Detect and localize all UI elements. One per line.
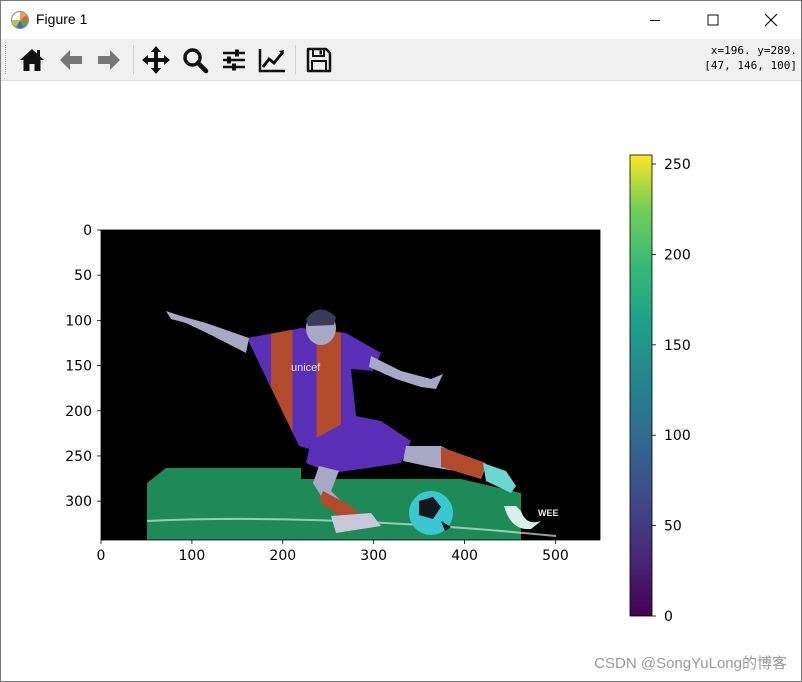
x-tick-label: 300: [360, 548, 387, 564]
y-tick-label: 200: [65, 404, 92, 420]
colorbar-gradient: [629, 154, 653, 617]
maximize-button[interactable]: [684, 1, 742, 39]
arrow-right-icon: [98, 50, 120, 70]
x-tick-label: 400: [451, 548, 478, 564]
line-chart-icon: [258, 49, 285, 73]
save-button[interactable]: [302, 43, 336, 77]
cursor-coordinates-readout: x=196. y=289. [47, 146, 100]: [704, 43, 797, 73]
home-button[interactable]: [15, 43, 49, 77]
y-tick-label: 100: [65, 313, 92, 329]
colorbar-tick-label: 150: [664, 338, 691, 354]
move-icon: [142, 46, 170, 74]
pan-button[interactable]: [139, 43, 173, 77]
coords-position: x=196. y=289.: [710, 44, 797, 57]
jersey-sponsor-text: unicef: [291, 362, 321, 374]
colorbar-ticks: 0 50 100 150 200 250: [652, 157, 691, 625]
toolbar-grip[interactable]: [5, 45, 9, 74]
edit-axis-button[interactable]: [255, 43, 289, 77]
magnifier-icon: [183, 48, 209, 74]
maximize-icon: [707, 14, 719, 26]
back-button[interactable]: [54, 43, 88, 77]
y-tick-label: 0: [83, 223, 92, 239]
subplots-button[interactable]: [217, 43, 251, 77]
broadcast-logo-text: WEE: [538, 508, 559, 518]
colorbar-tick-label: 200: [664, 247, 691, 263]
colorbar-tick-label: 0: [664, 609, 673, 625]
y-axis-ticks: 0 50 100 150 200 250 300: [65, 223, 101, 510]
sliders-icon: [223, 49, 245, 71]
x-tick-label: 0: [97, 548, 106, 564]
minimize-button[interactable]: [626, 1, 684, 39]
x-tick-label: 100: [179, 548, 206, 564]
y-tick-label: 150: [65, 359, 92, 375]
arrow-left-icon: [60, 50, 82, 70]
forward-button[interactable]: [92, 43, 126, 77]
image-axes[interactable]: unicef WEE 0 100 200 300 400 500 0 50 100 150 200…: [65, 223, 601, 564]
floppy-disk-icon: [306, 47, 332, 73]
figure-window: Figure 1 x=196. y=289. [47, 146, 100] un…: [0, 0, 802, 682]
coords-pixel-value: [47, 146, 100]: [704, 59, 797, 72]
colorbar[interactable]: 0 50 100 150 200 250: [629, 154, 691, 625]
home-icon: [20, 49, 44, 71]
window-title: Figure 1: [36, 11, 88, 27]
colorbar-tick-label: 250: [664, 157, 691, 173]
colorbar-tick-label: 100: [664, 428, 691, 444]
toolbar-separator: [295, 45, 296, 74]
close-icon: [764, 13, 778, 27]
close-button[interactable]: [742, 1, 800, 39]
minimize-icon: [650, 20, 660, 21]
x-tick-label: 500: [542, 548, 569, 564]
figure-canvas[interactable]: unicef WEE 0 100 200 300 400 500 0 50 100 150 200…: [1, 81, 801, 681]
matplotlib-logo-icon: [11, 11, 29, 29]
x-axis-ticks: 0 100 200 300 400 500: [97, 540, 569, 564]
csdn-watermark: CSDN @SongYuLong的博客: [594, 655, 787, 672]
y-tick-label: 250: [65, 449, 92, 465]
x-tick-label: 200: [269, 548, 296, 564]
image-content: unicef WEE: [101, 230, 600, 540]
toolbar-separator: [133, 45, 134, 74]
navigation-toolbar: x=196. y=289. [47, 146, 100]: [1, 39, 801, 81]
zoom-button[interactable]: [178, 43, 212, 77]
y-tick-label: 50: [74, 268, 92, 284]
title-bar[interactable]: Figure 1: [1, 1, 801, 39]
figure-svg[interactable]: unicef WEE 0 100 200 300 400 500 050100150200…: [1, 81, 801, 681]
y-tick-label: 300: [65, 494, 92, 510]
colorbar-tick-label: 50: [664, 519, 682, 535]
